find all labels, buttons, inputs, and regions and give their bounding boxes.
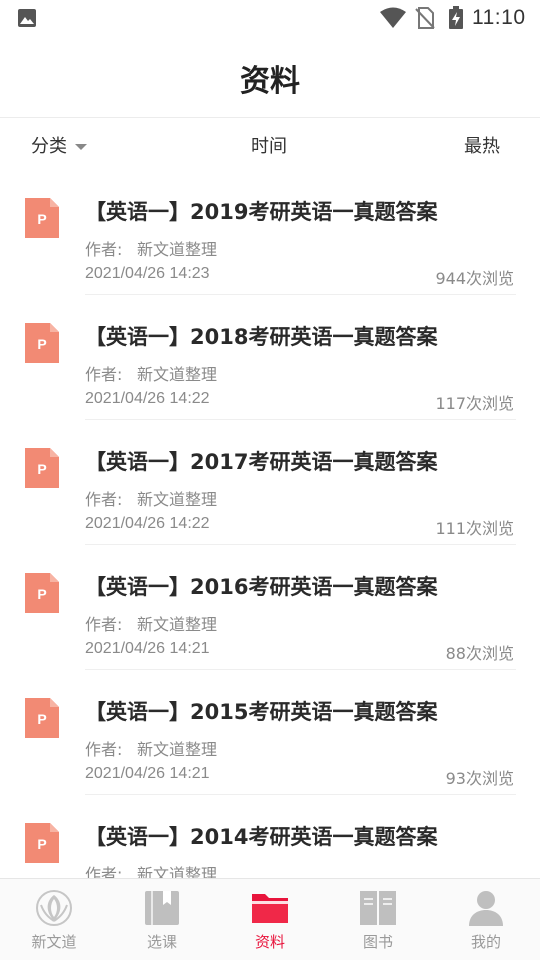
bottom-nav: 新文道 选课 资料 图书 我的 [0, 878, 540, 960]
author-label: 作者: [85, 740, 123, 759]
nav-label-courses: 选课 [146, 933, 177, 951]
nav-label-home: 新文道 [31, 933, 77, 951]
filter-category[interactable]: 分类 [31, 132, 87, 158]
filter-time[interactable]: 时间 [251, 132, 287, 158]
nav-item-books[interactable]: 图书 [324, 879, 432, 960]
list-item[interactable]: P 【英语一】2015考研英语一真题答案 作者: 新文道整理 2021/04/2… [0, 670, 540, 795]
status-clock: 11:10 [472, 6, 526, 29]
document-list: P 【英语一】2019考研英语一真题答案 作者: 新文道整理 2021/04/2… [0, 170, 540, 920]
author-name: 新文道整理 [137, 740, 218, 759]
ppt-file-icon: P [25, 573, 59, 613]
author-label: 作者: [85, 240, 123, 259]
view-count: 93次浏览 [445, 769, 514, 788]
nav-label-profile: 我的 [470, 933, 501, 951]
list-item[interactable]: P 【英语一】2016考研英语一真题答案 作者: 新文道整理 2021/04/2… [0, 545, 540, 670]
author-name: 新文道整理 [137, 365, 218, 384]
item-date: 2021/04/26 14:22 [85, 390, 210, 407]
nav-label-materials: 资料 [254, 933, 285, 951]
folder-icon [252, 894, 288, 923]
nav-item-materials[interactable]: 资料 [216, 879, 324, 960]
item-title: 【英语一】2015考研英语一真题答案 [85, 700, 438, 724]
view-count: 88次浏览 [445, 644, 514, 663]
item-title: 【英语一】2019考研英语一真题答案 [85, 200, 438, 224]
page-header: 资料 [0, 36, 540, 118]
ppt-file-icon: P [25, 698, 59, 738]
bookmark-book-icon [145, 891, 179, 925]
author-label: 作者: [85, 365, 123, 384]
item-title: 【英语一】2018考研英语一真题答案 [85, 325, 438, 349]
caret-down-icon [75, 144, 87, 150]
item-title: 【英语一】2016考研英语一真题答案 [85, 575, 438, 599]
gallery-icon [18, 9, 36, 27]
page-title: 资料 [240, 64, 300, 99]
nav-item-profile[interactable]: 我的 [432, 879, 540, 960]
item-title: 【英语一】2017考研英语一真题答案 [85, 450, 438, 474]
nav-label-books: 图书 [362, 933, 393, 951]
author-name: 新文道整理 [137, 490, 218, 509]
ppt-file-icon: P [25, 448, 59, 488]
wifi-icon [380, 7, 406, 28]
filter-category-label: 分类 [31, 136, 67, 157]
svg-text:P: P [37, 586, 46, 602]
list-item[interactable]: P 【英语一】2017考研英语一真题答案 作者: 新文道整理 2021/04/2… [0, 420, 540, 545]
status-bar: 11:10 [0, 0, 540, 36]
ppt-file-icon: P [25, 198, 59, 238]
item-title: 【英语一】2014考研英语一真题答案 [85, 825, 438, 849]
item-date: 2021/04/26 14:21 [85, 640, 210, 657]
item-date: 2021/04/26 14:22 [85, 515, 210, 532]
app-screen: 11:10 资料 分类 时间 最热 P 【英语一】2019考研英语一真题答案 作… [0, 0, 540, 960]
author-name: 新文道整理 [137, 615, 218, 634]
svg-text:P: P [37, 336, 46, 352]
svg-text:P: P [37, 836, 46, 852]
svg-text:P: P [37, 211, 46, 227]
user-icon [469, 891, 503, 926]
author-label: 作者: [85, 615, 123, 634]
battery-charging-icon [449, 6, 463, 29]
filter-bar: 分类 时间 最热 [0, 118, 540, 170]
ppt-file-icon: P [25, 323, 59, 363]
nav-item-courses[interactable]: 选课 [108, 879, 216, 960]
view-count: 944次浏览 [435, 269, 514, 288]
filter-hot[interactable]: 最热 [464, 132, 500, 158]
no-sim-icon [415, 7, 435, 29]
logo-icon [36, 890, 72, 926]
open-book-icon [360, 891, 396, 925]
item-date: 2021/04/26 14:23 [85, 265, 210, 282]
svg-text:P: P [37, 461, 46, 477]
list-item[interactable]: P 【英语一】2018考研英语一真题答案 作者: 新文道整理 2021/04/2… [0, 295, 540, 420]
view-count: 117次浏览 [435, 394, 514, 413]
ppt-file-icon: P [25, 823, 59, 863]
list-item[interactable]: P 【英语一】2019考研英语一真题答案 作者: 新文道整理 2021/04/2… [0, 170, 540, 295]
item-date: 2021/04/26 14:21 [85, 765, 210, 782]
view-count: 111次浏览 [435, 519, 514, 538]
author-label: 作者: [85, 490, 123, 509]
nav-item-home[interactable]: 新文道 [0, 879, 108, 960]
svg-text:P: P [37, 711, 46, 727]
author-name: 新文道整理 [137, 240, 218, 259]
